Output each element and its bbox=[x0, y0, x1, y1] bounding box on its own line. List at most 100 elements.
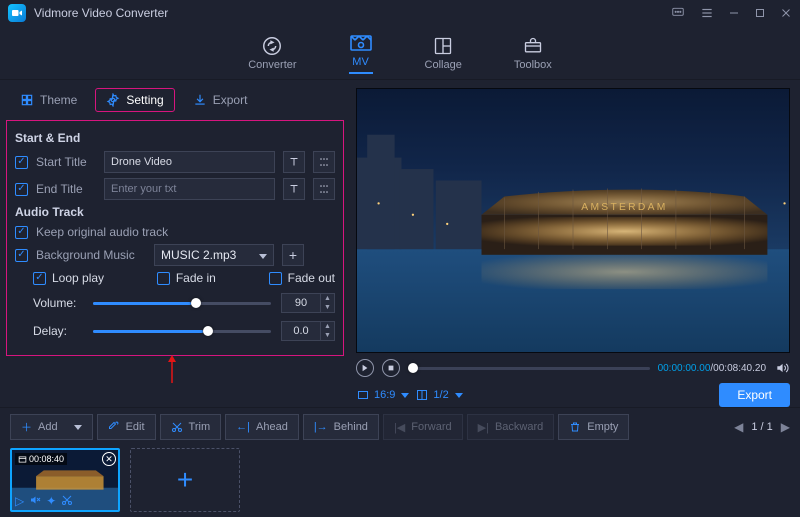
effects-icon[interactable]: ✦ bbox=[46, 494, 56, 508]
chevron-down-icon bbox=[399, 389, 409, 401]
btn-label: Backward bbox=[495, 421, 543, 433]
bottom-strip: ＋Add Edit Trim ←|Ahead |→Behind |◀Forwar… bbox=[0, 407, 800, 517]
btn-label: Empty bbox=[587, 421, 618, 433]
clip-thumbnails: 00:08:40 ✕ ▷ ✦ + bbox=[10, 448, 790, 512]
clip-toolbar: ＋Add Edit Trim ←|Ahead |→Behind |◀Forwar… bbox=[10, 414, 790, 440]
label-loop: Loop play bbox=[52, 271, 104, 285]
aspect-ratio-select[interactable]: 16:9 bbox=[356, 389, 409, 401]
window-minimize[interactable] bbox=[728, 7, 740, 19]
header-audio-track: Audio Track bbox=[15, 205, 335, 219]
tab-export[interactable]: Export bbox=[183, 89, 258, 111]
label-end-title: End Title bbox=[36, 182, 96, 196]
btn-label: Edit bbox=[126, 421, 145, 433]
add-button[interactable]: ＋Add bbox=[10, 414, 93, 440]
export-button[interactable]: Export bbox=[719, 383, 790, 407]
trim-icon[interactable] bbox=[61, 494, 73, 508]
tab-theme[interactable]: Theme bbox=[10, 89, 87, 111]
page-value: 1/2 bbox=[433, 389, 448, 401]
slider-volume[interactable] bbox=[93, 296, 271, 310]
input-end-title[interactable] bbox=[104, 178, 275, 200]
remove-clip-button[interactable]: ✕ bbox=[102, 452, 116, 466]
btn-label: Trim bbox=[189, 421, 211, 433]
svg-text:AMSTERDAM: AMSTERDAM bbox=[581, 202, 667, 213]
select-value: MUSIC 2.mp3 bbox=[161, 248, 236, 262]
tab-setting[interactable]: Setting bbox=[95, 88, 174, 112]
chevron-down-icon bbox=[253, 248, 267, 262]
btn-label: Ahead bbox=[256, 421, 288, 433]
mute-icon[interactable] bbox=[29, 494, 41, 508]
edit-button[interactable]: Edit bbox=[97, 414, 156, 440]
window-maximize[interactable] bbox=[754, 7, 766, 19]
window-close[interactable] bbox=[780, 7, 792, 19]
spinner-volume[interactable]: ▲▼ bbox=[321, 293, 335, 313]
nav-toolbox[interactable]: Toolbox bbox=[508, 31, 558, 75]
btn-label: Behind bbox=[334, 421, 368, 433]
label-fadein: Fade in bbox=[176, 271, 216, 285]
ahead-button[interactable]: ←|Ahead bbox=[225, 414, 299, 440]
nav-label: Collage bbox=[425, 59, 462, 71]
play-button[interactable] bbox=[356, 359, 374, 377]
row-keep-original: Keep original audio track bbox=[15, 225, 335, 239]
checkbox-start-title[interactable] bbox=[15, 156, 28, 169]
checkbox-loop[interactable] bbox=[33, 272, 46, 285]
checkbox-end-title[interactable] bbox=[15, 183, 28, 196]
seek-bar[interactable] bbox=[408, 361, 650, 375]
play-icon[interactable]: ▷ bbox=[15, 494, 24, 508]
titlebar: Vidmore Video Converter bbox=[0, 0, 800, 26]
row-volume: Volume: 90 ▲▼ bbox=[33, 293, 335, 313]
checkbox-keep-original[interactable] bbox=[15, 226, 28, 239]
row-delay: Delay: 0.0 ▲▼ bbox=[33, 321, 335, 341]
preview-area: AMSTERDAM 00:00:00.00/00:08:40.20 bbox=[350, 80, 800, 407]
clip-tools: ▷ ✦ bbox=[15, 494, 73, 508]
checkbox-fadein[interactable] bbox=[157, 272, 170, 285]
converter-icon bbox=[260, 35, 284, 57]
pager-next[interactable]: ▶ bbox=[781, 420, 790, 434]
nav-converter[interactable]: Converter bbox=[242, 31, 302, 75]
feedback-icon[interactable] bbox=[670, 6, 686, 20]
page-select[interactable]: 1/2 bbox=[415, 389, 462, 401]
text-style-button[interactable] bbox=[283, 178, 305, 200]
backward-button[interactable]: ▶|Backward bbox=[467, 414, 555, 440]
clip-thumbnail[interactable]: 00:08:40 ✕ ▷ ✦ bbox=[10, 448, 120, 512]
slider-delay[interactable] bbox=[93, 324, 271, 338]
nav-label: Toolbox bbox=[514, 59, 552, 71]
trim-button[interactable]: Trim bbox=[160, 414, 222, 440]
value-delay: 0.0 bbox=[281, 321, 321, 341]
label-delay: Delay: bbox=[33, 324, 83, 338]
stop-button[interactable] bbox=[382, 359, 400, 377]
timecode: 00:00:00.00/00:08:40.20 bbox=[658, 363, 766, 374]
checkbox-fadeout[interactable] bbox=[269, 272, 282, 285]
forward-button[interactable]: |◀Forward bbox=[383, 414, 463, 440]
app-logo bbox=[8, 4, 26, 22]
nav-label: MV bbox=[352, 56, 369, 68]
tab-label: Export bbox=[213, 93, 248, 107]
input-start-title[interactable] bbox=[104, 151, 275, 173]
menu-icon[interactable] bbox=[700, 6, 714, 20]
add-music-button[interactable]: + bbox=[282, 244, 304, 266]
expand-button[interactable] bbox=[313, 178, 335, 200]
nav-collage[interactable]: Collage bbox=[419, 31, 468, 75]
mv-icon bbox=[349, 32, 373, 54]
checkbox-bg-music[interactable] bbox=[15, 249, 28, 262]
gear-icon bbox=[106, 93, 120, 107]
empty-button[interactable]: Empty bbox=[558, 414, 629, 440]
panel-tabs: Theme Setting Export bbox=[0, 80, 350, 120]
label-volume: Volume: bbox=[33, 296, 83, 310]
duration-badge: 00:08:40 bbox=[15, 453, 67, 465]
pager-prev[interactable]: ◀ bbox=[734, 420, 743, 434]
behind-button[interactable]: |→Behind bbox=[303, 414, 379, 440]
video-preview[interactable]: AMSTERDAM bbox=[356, 88, 790, 353]
pager: ◀ 1 / 1 ▶ bbox=[734, 420, 790, 434]
label-bg-music: Background Music bbox=[36, 248, 146, 262]
window-controls bbox=[670, 6, 792, 20]
select-bg-music[interactable]: MUSIC 2.mp3 bbox=[154, 244, 274, 266]
collage-icon bbox=[431, 35, 455, 57]
text-style-button[interactable] bbox=[283, 151, 305, 173]
add-clip-button[interactable]: + bbox=[130, 448, 240, 512]
label-fadeout: Fade out bbox=[288, 271, 335, 285]
content-area: Theme Setting Export Start & End Start T… bbox=[0, 80, 800, 407]
expand-button[interactable] bbox=[313, 151, 335, 173]
spinner-delay[interactable]: ▲▼ bbox=[321, 321, 335, 341]
nav-mv[interactable]: MV bbox=[343, 28, 379, 78]
volume-icon[interactable] bbox=[774, 361, 790, 375]
